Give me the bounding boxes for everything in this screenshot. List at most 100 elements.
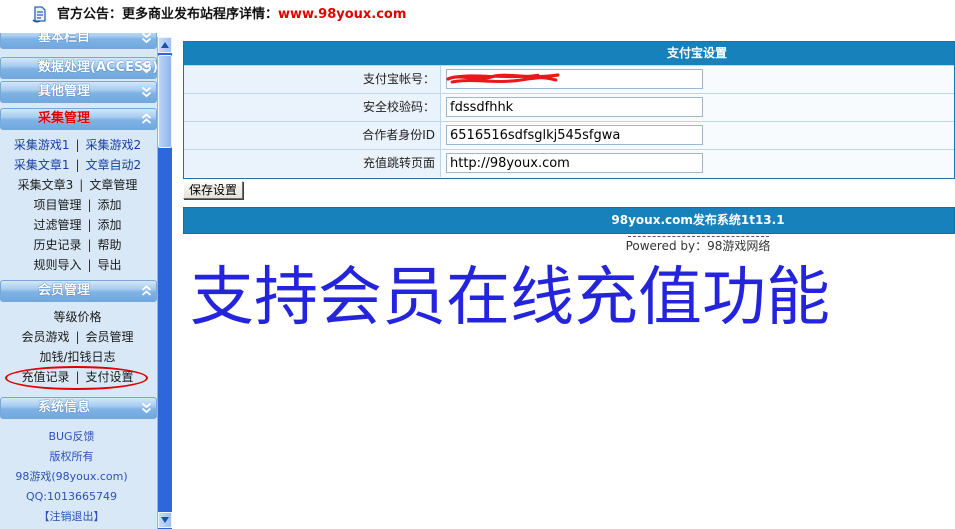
menu-item-site-link[interactable]: 98游戏(98youx.com) xyxy=(15,470,127,483)
scroll-down-button[interactable] xyxy=(158,512,172,528)
field-cell xyxy=(441,94,954,121)
menu-separator: | xyxy=(75,138,80,152)
sidebar-section-title: 基本栏目 xyxy=(38,33,91,45)
menu-item-qq-contact[interactable]: QQ:1013665749 xyxy=(26,490,117,503)
sidebar-section-system-info[interactable]: 系统信息 xyxy=(0,397,157,419)
chevron-double-down-icon[interactable] xyxy=(141,62,152,74)
announcement-icon xyxy=(32,6,46,23)
save-settings-button[interactable]: 保存设置 xyxy=(183,181,243,199)
sidebar-section-title: 采集管理 xyxy=(38,111,91,126)
field-cell xyxy=(441,150,954,177)
menu-row: 会员游戏 | 会员管理 xyxy=(0,327,155,347)
field-label: 合作者身份ID xyxy=(184,122,441,149)
menu-item-project-add[interactable]: 添加 xyxy=(98,198,122,212)
table-row: 支付宝帐号： xyxy=(184,65,954,93)
menu-row: 项目管理 | 添加 xyxy=(0,195,155,215)
menu-separator: | xyxy=(87,198,92,212)
menu-item-collect-game-2[interactable]: 采集游戏2 xyxy=(86,138,142,152)
menu-item-article-auto-2[interactable]: 文章自动2 xyxy=(86,158,142,172)
menu-separator: | xyxy=(75,158,80,172)
field-cell xyxy=(441,66,954,93)
menu-item-help[interactable]: 帮助 xyxy=(98,238,122,252)
menu-item-member-manage[interactable]: 会员管理 xyxy=(86,330,134,344)
menu-item-project-manage[interactable]: 项目管理 xyxy=(33,198,81,212)
table-title: 支付宝设置 xyxy=(184,42,954,65)
redirect-url-input[interactable] xyxy=(446,153,703,173)
chevron-double-up-icon[interactable] xyxy=(141,285,152,297)
field-label: 充值跳转页面 xyxy=(184,150,441,177)
announcement-label: 官方公告：更多商业发布站程序详情： xyxy=(57,7,279,22)
chevron-double-down-icon[interactable] xyxy=(141,86,152,98)
sidebar-section-title: 其他管理 xyxy=(38,84,91,99)
menu-item-level-price[interactable]: 等级价格 xyxy=(53,310,101,324)
menu-item-money-log[interactable]: 加钱/扣钱日志 xyxy=(39,350,115,364)
menu-row: 过滤管理 | 添加 xyxy=(0,215,155,235)
menu-row: 98游戏(98youx.com) xyxy=(0,467,155,487)
menu-item-rule-import[interactable]: 规则导入 xyxy=(33,258,81,272)
menu-separator: | xyxy=(87,258,92,272)
menu-row: BUG反馈 xyxy=(0,427,155,447)
sidebar-section-data[interactable]: 数据处理(ACCESS) xyxy=(0,57,157,79)
menu-row: 【注销退出】 xyxy=(0,507,155,527)
menu-item-filter-add[interactable]: 添加 xyxy=(98,218,122,232)
scroll-thumb[interactable] xyxy=(158,55,172,148)
sidebar-section-title: 系统信息 xyxy=(38,400,91,415)
menu-item-bug-report[interactable]: BUG反馈 xyxy=(48,430,94,443)
menu-item-rule-export[interactable]: 导出 xyxy=(98,258,122,272)
chevron-double-up-icon[interactable] xyxy=(141,113,152,125)
sidebar-section-title: 会员管理 xyxy=(38,283,91,298)
field-cell xyxy=(441,122,954,149)
chevron-double-down-icon[interactable] xyxy=(141,33,152,44)
table-row: 合作者身份ID xyxy=(184,121,954,149)
table-row: 充值跳转页面 xyxy=(184,149,954,177)
sidebar-section-title: 数据处理(ACCESS) xyxy=(38,60,157,75)
menu-item-collect-game-1[interactable]: 采集游戏1 xyxy=(14,138,70,152)
table-row: 安全校验码： xyxy=(184,93,954,121)
menu-row: 版权所有 xyxy=(0,447,155,467)
menu-item-history-log[interactable]: 历史记录 xyxy=(33,238,81,252)
divider xyxy=(628,236,769,237)
menu-item-member-games[interactable]: 会员游戏 xyxy=(21,330,69,344)
sidebar-scrollbar[interactable] xyxy=(157,37,172,529)
menu-item-collect-article-3[interactable]: 采集文章3 xyxy=(18,178,74,192)
alipay-settings-table: 支付宝设置 支付宝帐号： 安全校验码： 合作者身份ID 充值跳转页面 xyxy=(183,41,955,179)
menu-item-article-manage[interactable]: 文章管理 xyxy=(89,178,137,192)
menu-row: 加钱/扣钱日志 xyxy=(0,347,155,367)
menu-separator: | xyxy=(87,238,92,252)
field-label: 安全校验码： xyxy=(184,94,441,121)
menu-row: 采集游戏1 | 采集游戏2 xyxy=(0,135,155,155)
partner-id-input[interactable] xyxy=(446,125,703,145)
menu-row: 采集文章1 | 文章自动2 xyxy=(0,155,155,175)
menu-row: QQ:1013665749 xyxy=(0,487,155,507)
menu-row: 采集文章3 | 文章管理 xyxy=(0,175,155,195)
menu-separator: | xyxy=(79,178,84,192)
sidebar-section-members[interactable]: 会员管理 xyxy=(0,280,157,302)
menu-row: 规则导入 | 导出 xyxy=(0,255,155,275)
menu-separator: | xyxy=(75,330,80,344)
security-key-input[interactable] xyxy=(446,97,703,117)
system-name-bar: 98youx.com发布系统1t13.1 xyxy=(183,207,955,234)
menu-separator: | xyxy=(87,218,92,232)
triangle-down-icon xyxy=(161,517,169,523)
highlight-ellipse xyxy=(5,366,148,390)
announcement-text: 官方公告：更多商业发布站程序详情：www.98youx.com xyxy=(57,6,406,24)
redaction-scribble xyxy=(446,73,560,84)
menu-row: 等级价格 xyxy=(0,307,155,327)
field-label: 支付宝帐号： xyxy=(184,66,441,93)
sidebar-section-other[interactable]: 其他管理 xyxy=(0,81,157,103)
chevron-double-down-icon[interactable] xyxy=(141,402,152,414)
menu-item-collect-article-1[interactable]: 采集文章1 xyxy=(14,158,70,172)
announcement-bar: 官方公告：更多商业发布站程序详情：www.98youx.com xyxy=(0,0,955,31)
powered-by: Powered by：98游戏网络 xyxy=(625,239,771,253)
menu-item-logout[interactable]: 【注销退出】 xyxy=(39,510,105,523)
sidebar-section-basic[interactable]: 基本栏目 xyxy=(0,33,157,49)
triangle-up-icon xyxy=(161,42,169,48)
announcement-link[interactable]: www.98youx.com xyxy=(278,7,406,22)
menu-row: 历史记录 | 帮助 xyxy=(0,235,155,255)
sidebar-menu: 基本栏目 数据处理(ACCESS) 其他管理 采集管理 采集游戏1 | 采集游戏2 … xyxy=(0,33,157,529)
promo-text: 支持会员在线充值功能 xyxy=(190,261,830,335)
scroll-up-button[interactable] xyxy=(158,37,172,53)
menu-item-filter-manage[interactable]: 过滤管理 xyxy=(33,218,81,232)
sidebar-section-collect[interactable]: 采集管理 xyxy=(0,108,157,130)
menu-item-copyright[interactable]: 版权所有 xyxy=(50,450,94,463)
